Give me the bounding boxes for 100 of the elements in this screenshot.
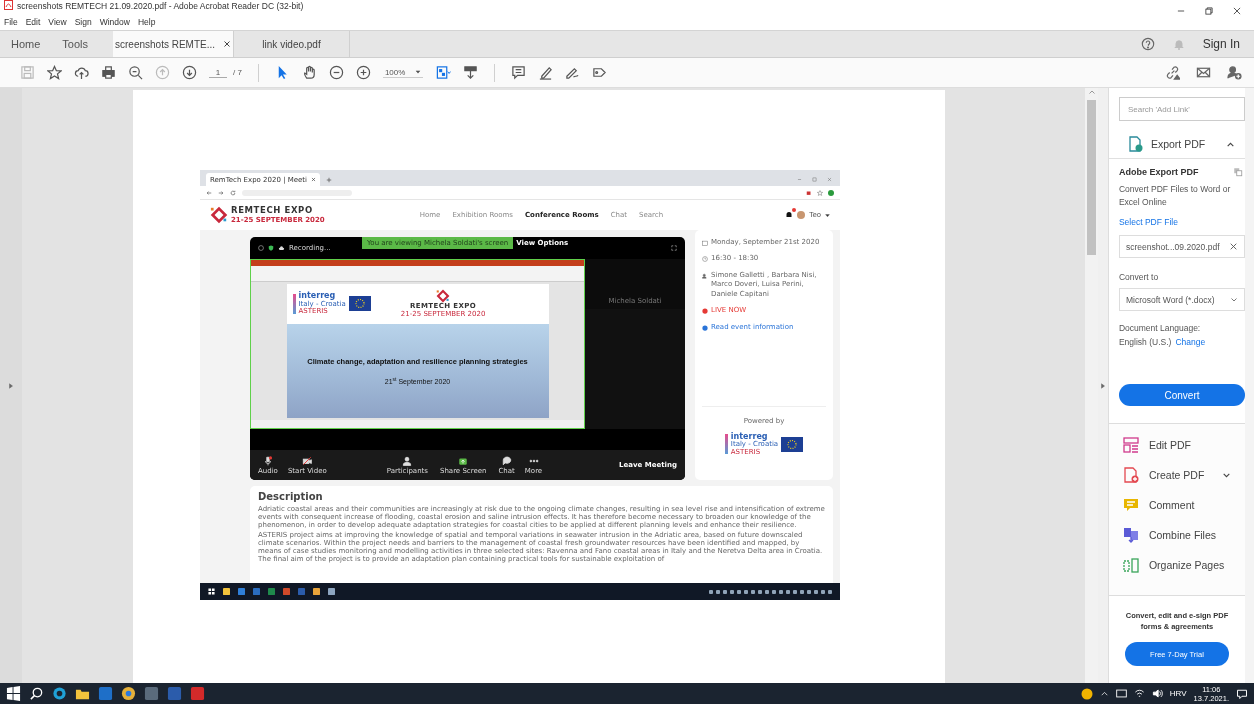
tag-button[interactable] — [592, 65, 608, 80]
collapse-arrow-icon[interactable] — [1099, 381, 1106, 390]
speaker-icon[interactable] — [1151, 688, 1163, 699]
profile-icon[interactable] — [828, 189, 834, 196]
menu-item[interactable]: Sign — [74, 17, 92, 27]
highlight-button[interactable] — [538, 65, 554, 80]
notification-badge — [792, 208, 797, 212]
browser-app-icon[interactable] — [52, 686, 67, 701]
tool-item[interactable]: Edit PDF — [1108, 430, 1246, 460]
scrollbar-thumb[interactable] — [1087, 100, 1096, 255]
scroll-mode-button[interactable] — [463, 65, 479, 80]
print-button[interactable] — [101, 65, 116, 80]
language-value: English (U.S.) — [1118, 337, 1172, 347]
search-icon[interactable] — [29, 686, 44, 701]
menu-item[interactable]: Window — [99, 17, 130, 27]
nav-tab[interactable]: Tools — [51, 31, 100, 57]
plus-icon[interactable] — [326, 177, 333, 183]
menu-item[interactable]: Edit — [25, 17, 41, 27]
change-link[interactable]: Change — [1175, 337, 1206, 347]
find-button[interactable] — [128, 65, 143, 80]
sign-in-link[interactable]: Sign In — [1202, 37, 1240, 51]
language-indicator[interactable]: HRV — [1169, 689, 1187, 698]
link-icon[interactable] — [1165, 65, 1180, 80]
caret-icon — [415, 69, 422, 75]
chevron-icon — [1230, 295, 1239, 304]
caret-up-icon[interactable] — [1099, 689, 1109, 698]
keyboard-icon[interactable] — [1115, 688, 1127, 699]
section-description: Convert PDF Files to Word or Excel Online — [1118, 183, 1232, 209]
bell-icon[interactable] — [785, 211, 794, 219]
zoom-in-button[interactable] — [355, 65, 371, 80]
status-dot-icon[interactable] — [1080, 687, 1093, 700]
info-icon[interactable] — [258, 245, 264, 251]
wifi-icon[interactable] — [1133, 688, 1145, 699]
nav-tab[interactable]: Home — [0, 31, 52, 57]
mail-app-icon[interactable] — [98, 686, 113, 701]
document-tab[interactable]: screenshots REMTE... — [113, 31, 235, 57]
tool-item[interactable]: Create PDF — [1108, 460, 1246, 490]
avatar[interactable] — [797, 211, 806, 219]
mail-icon[interactable] — [1196, 65, 1211, 80]
close-icon[interactable] — [223, 40, 232, 48]
window-title: screenshots REMTECH 21.09.2020.pdf - Adobe Acrobat Reader DC (32-bit) — [17, 0, 304, 12]
help-icon[interactable] — [1140, 37, 1155, 51]
select-file-link[interactable]: Select PDF File — [1118, 217, 1246, 227]
shield-icon — [268, 245, 274, 251]
camera-icon[interactable] — [302, 455, 313, 466]
browser-app-icon[interactable] — [121, 686, 136, 701]
export-pdf-header[interactable]: Export PDF — [1108, 130, 1246, 158]
restore-icon[interactable] — [1204, 6, 1214, 16]
scrollbar-track[interactable] — [1085, 88, 1098, 683]
notification-icon[interactable] — [1236, 687, 1248, 700]
people-icon[interactable] — [402, 455, 413, 466]
scroll-up-icon[interactable] — [1087, 88, 1096, 96]
microphone-icon[interactable] — [262, 455, 273, 466]
page-number-field[interactable]: 1 — [209, 67, 227, 78]
close-icon[interactable] — [311, 177, 317, 182]
hand-tool-button[interactable] — [301, 65, 317, 80]
info-icon — [702, 324, 708, 331]
flag-icon — [781, 436, 804, 452]
zoom-out-button[interactable] — [328, 65, 344, 80]
sign-button[interactable] — [565, 65, 581, 80]
create-pdf-icon[interactable] — [1122, 467, 1139, 483]
pdf-app-icon[interactable] — [190, 686, 205, 701]
zoom-dropdown[interactable]: 100% — [382, 67, 424, 78]
fit-page-button[interactable] — [435, 65, 452, 80]
tool-item[interactable]: Combine Files — [1108, 520, 1246, 550]
format-dropdown[interactable]: Microsoft Word (*.docx) — [1118, 288, 1246, 311]
tool-item[interactable]: Organize Pages — [1108, 550, 1246, 580]
close-icon[interactable] — [1229, 242, 1239, 251]
fullscreen-icon[interactable] — [671, 245, 677, 251]
chat-bubble-icon[interactable] — [501, 455, 512, 466]
combine-files-icon[interactable] — [1122, 527, 1139, 543]
caret-icon[interactable] — [825, 212, 830, 218]
expand-arrow-icon[interactable] — [8, 381, 14, 390]
next-page-button[interactable] — [182, 65, 197, 80]
windows-start-icon[interactable] — [6, 686, 21, 701]
add-person-icon[interactable] — [1227, 65, 1242, 80]
star-button[interactable] — [47, 65, 62, 80]
forward-arrow-icon[interactable] — [218, 189, 224, 196]
reload-icon[interactable] — [230, 189, 236, 196]
convert-button[interactable]: Convert — [1118, 384, 1246, 406]
calculator-icon[interactable] — [144, 686, 159, 701]
partner-name: interreg — [730, 432, 768, 441]
tool-item[interactable]: Comment — [1108, 490, 1246, 520]
menu-item[interactable]: View — [48, 17, 67, 27]
back-arrow-icon[interactable] — [206, 189, 212, 196]
scrollbar-track[interactable] — [1245, 88, 1254, 683]
star-icon[interactable] — [817, 189, 823, 196]
extension-icon[interactable] — [806, 189, 812, 196]
word-app-icon[interactable] — [167, 686, 182, 701]
comment-button[interactable] — [511, 65, 527, 80]
export-pdf-icon — [1126, 136, 1143, 152]
edit-pdf-icon[interactable] — [1122, 437, 1139, 453]
close-icon[interactable] — [1232, 6, 1242, 16]
document-tab[interactable]: link video.pdf — [234, 31, 351, 57]
menu-item[interactable]: File — [4, 17, 18, 27]
menu-item[interactable]: Help — [137, 17, 156, 27]
windows-start-icon[interactable] — [208, 588, 215, 595]
file-field[interactable]: screenshot...09.2020.pdf — [1118, 235, 1246, 258]
cloud-upload-button[interactable] — [74, 65, 89, 80]
logo-stripe — [724, 434, 728, 455]
